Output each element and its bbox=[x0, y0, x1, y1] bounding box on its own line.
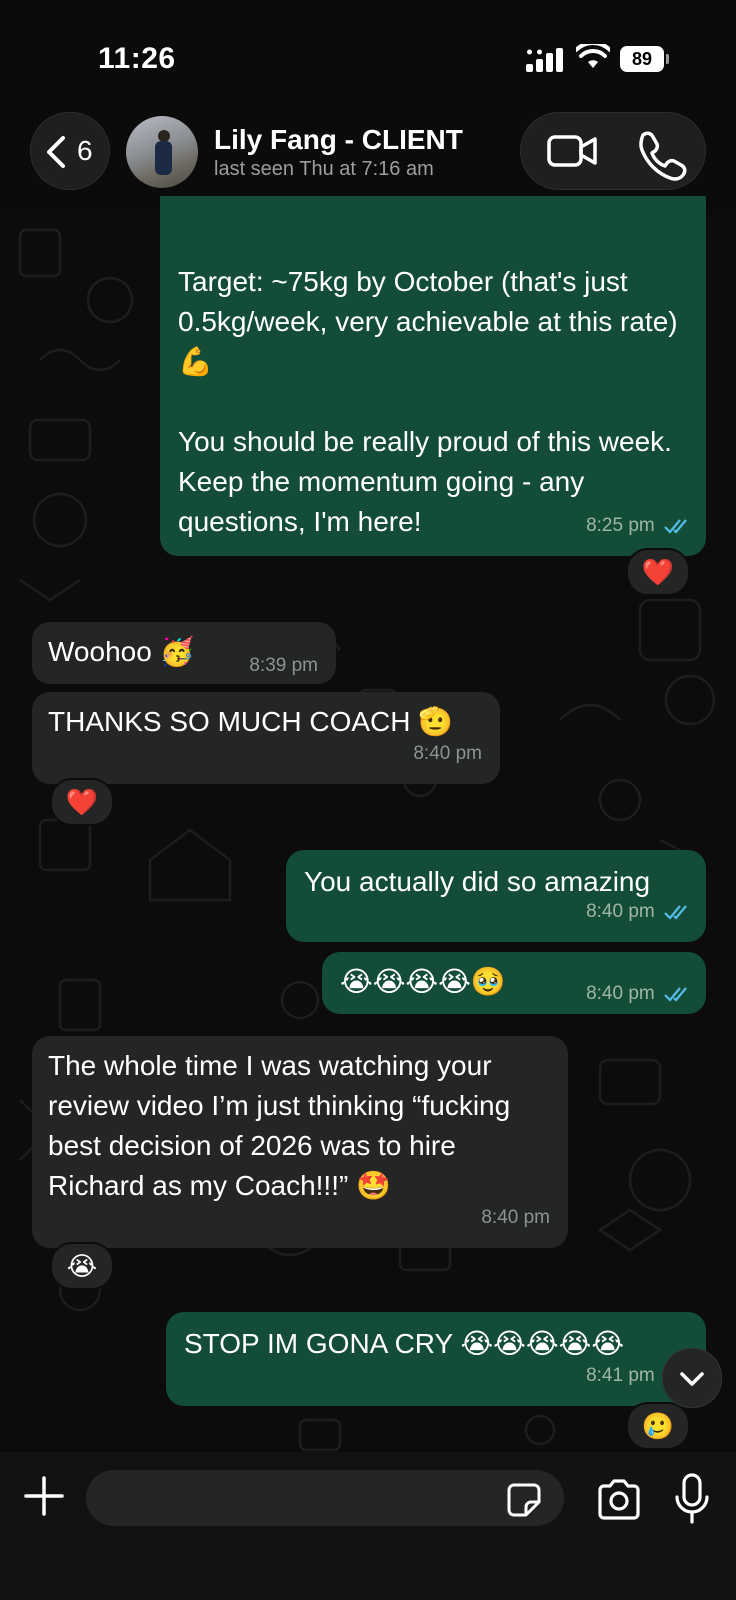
voice-call-button[interactable] bbox=[619, 121, 699, 181]
back-button[interactable]: 6 bbox=[30, 112, 110, 190]
microphone-icon bbox=[675, 1473, 709, 1524]
reaction-badge[interactable]: ❤️ bbox=[50, 778, 114, 826]
double-check-icon bbox=[664, 987, 687, 1002]
status-time: 11:26 bbox=[98, 42, 176, 75]
camera-icon bbox=[598, 1479, 640, 1520]
battery-icon: 89 bbox=[620, 46, 664, 72]
status-bar: 11:26 89 bbox=[0, 0, 736, 110]
message-bubble-outgoing[interactable]: 😭😭😭😭🥹 8:40 pm bbox=[322, 952, 706, 1014]
reaction-badge[interactable]: 😭 bbox=[50, 1242, 114, 1290]
message-text: Woohoo 🥳 bbox=[48, 636, 195, 667]
message-time: 8:39 pm bbox=[249, 655, 318, 676]
message-bubble-incoming[interactable]: Woohoo 🥳 8:39 pm bbox=[32, 622, 336, 684]
chevron-down-icon bbox=[680, 1372, 704, 1386]
message-meta: 8:25 pm bbox=[586, 506, 692, 546]
message-time: 8:40 pm bbox=[413, 743, 482, 764]
message-text: Target: ~75kg by October (that's just 0.… bbox=[178, 266, 678, 537]
call-actions bbox=[520, 112, 706, 190]
wifi-icon bbox=[576, 44, 610, 68]
avatar-figure-body bbox=[155, 141, 172, 175]
message-meta: 8:40 pm bbox=[586, 974, 692, 1014]
avatar[interactable] bbox=[126, 116, 198, 188]
double-check-icon bbox=[664, 905, 687, 920]
message-time: 8:40 pm bbox=[586, 983, 655, 1004]
plus-icon bbox=[24, 1476, 64, 1516]
chevron-left-icon bbox=[47, 136, 65, 168]
message-composer bbox=[0, 1452, 736, 1600]
message-bubble-outgoing[interactable]: Target: ~75kg by October (that's just 0.… bbox=[160, 196, 706, 556]
message-time: 8:25 pm bbox=[586, 515, 655, 536]
message-text: The whole time I was watching your revie… bbox=[48, 1050, 518, 1201]
double-check-icon bbox=[664, 519, 687, 534]
message-bubble-incoming[interactable]: THANKS SO MUCH COACH 🫡 8:40 pm bbox=[32, 692, 500, 784]
message-time: 8:40 pm bbox=[481, 1207, 550, 1228]
sticker-icon bbox=[507, 1483, 541, 1517]
video-call-button[interactable] bbox=[533, 121, 613, 181]
video-camera-icon bbox=[547, 135, 597, 167]
phone-icon bbox=[639, 131, 687, 181]
reaction-badge[interactable]: ❤️ bbox=[626, 548, 690, 596]
message-meta: 8:40 pm bbox=[586, 892, 692, 932]
reaction-badge[interactable]: 🥲 bbox=[626, 1402, 690, 1450]
message-text: THANKS SO MUCH COACH 🫡 bbox=[48, 706, 454, 737]
message-time: 8:41 pm bbox=[586, 1365, 655, 1386]
battery-tip bbox=[666, 54, 669, 64]
contact-name[interactable]: Lily Fang - CLIENT bbox=[214, 124, 463, 156]
message-bubble-outgoing[interactable]: STOP IM GONA CRY 😭😭😭😭😭 8:41 pm bbox=[166, 1312, 706, 1406]
message-input[interactable] bbox=[86, 1470, 564, 1526]
message-bubble-outgoing[interactable]: You actually did so amazing 8:40 pm bbox=[286, 850, 706, 942]
last-seen-status: last seen Thu at 7:16 am bbox=[214, 158, 434, 180]
attach-button[interactable] bbox=[20, 1472, 68, 1520]
scroll-to-bottom-button[interactable] bbox=[662, 1348, 722, 1408]
sticker-button[interactable] bbox=[506, 1482, 542, 1518]
message-text: STOP IM GONA CRY 😭😭😭😭😭 bbox=[184, 1328, 625, 1359]
unread-count: 6 bbox=[77, 135, 93, 166]
message-bubble-incoming[interactable]: The whole time I was watching your revie… bbox=[32, 1036, 568, 1248]
camera-button[interactable] bbox=[596, 1478, 642, 1522]
signal-icon bbox=[526, 48, 563, 72]
message-time: 8:40 pm bbox=[586, 901, 655, 922]
message-text: 😭😭😭😭🥹 bbox=[340, 966, 506, 997]
microphone-button[interactable] bbox=[672, 1472, 712, 1526]
